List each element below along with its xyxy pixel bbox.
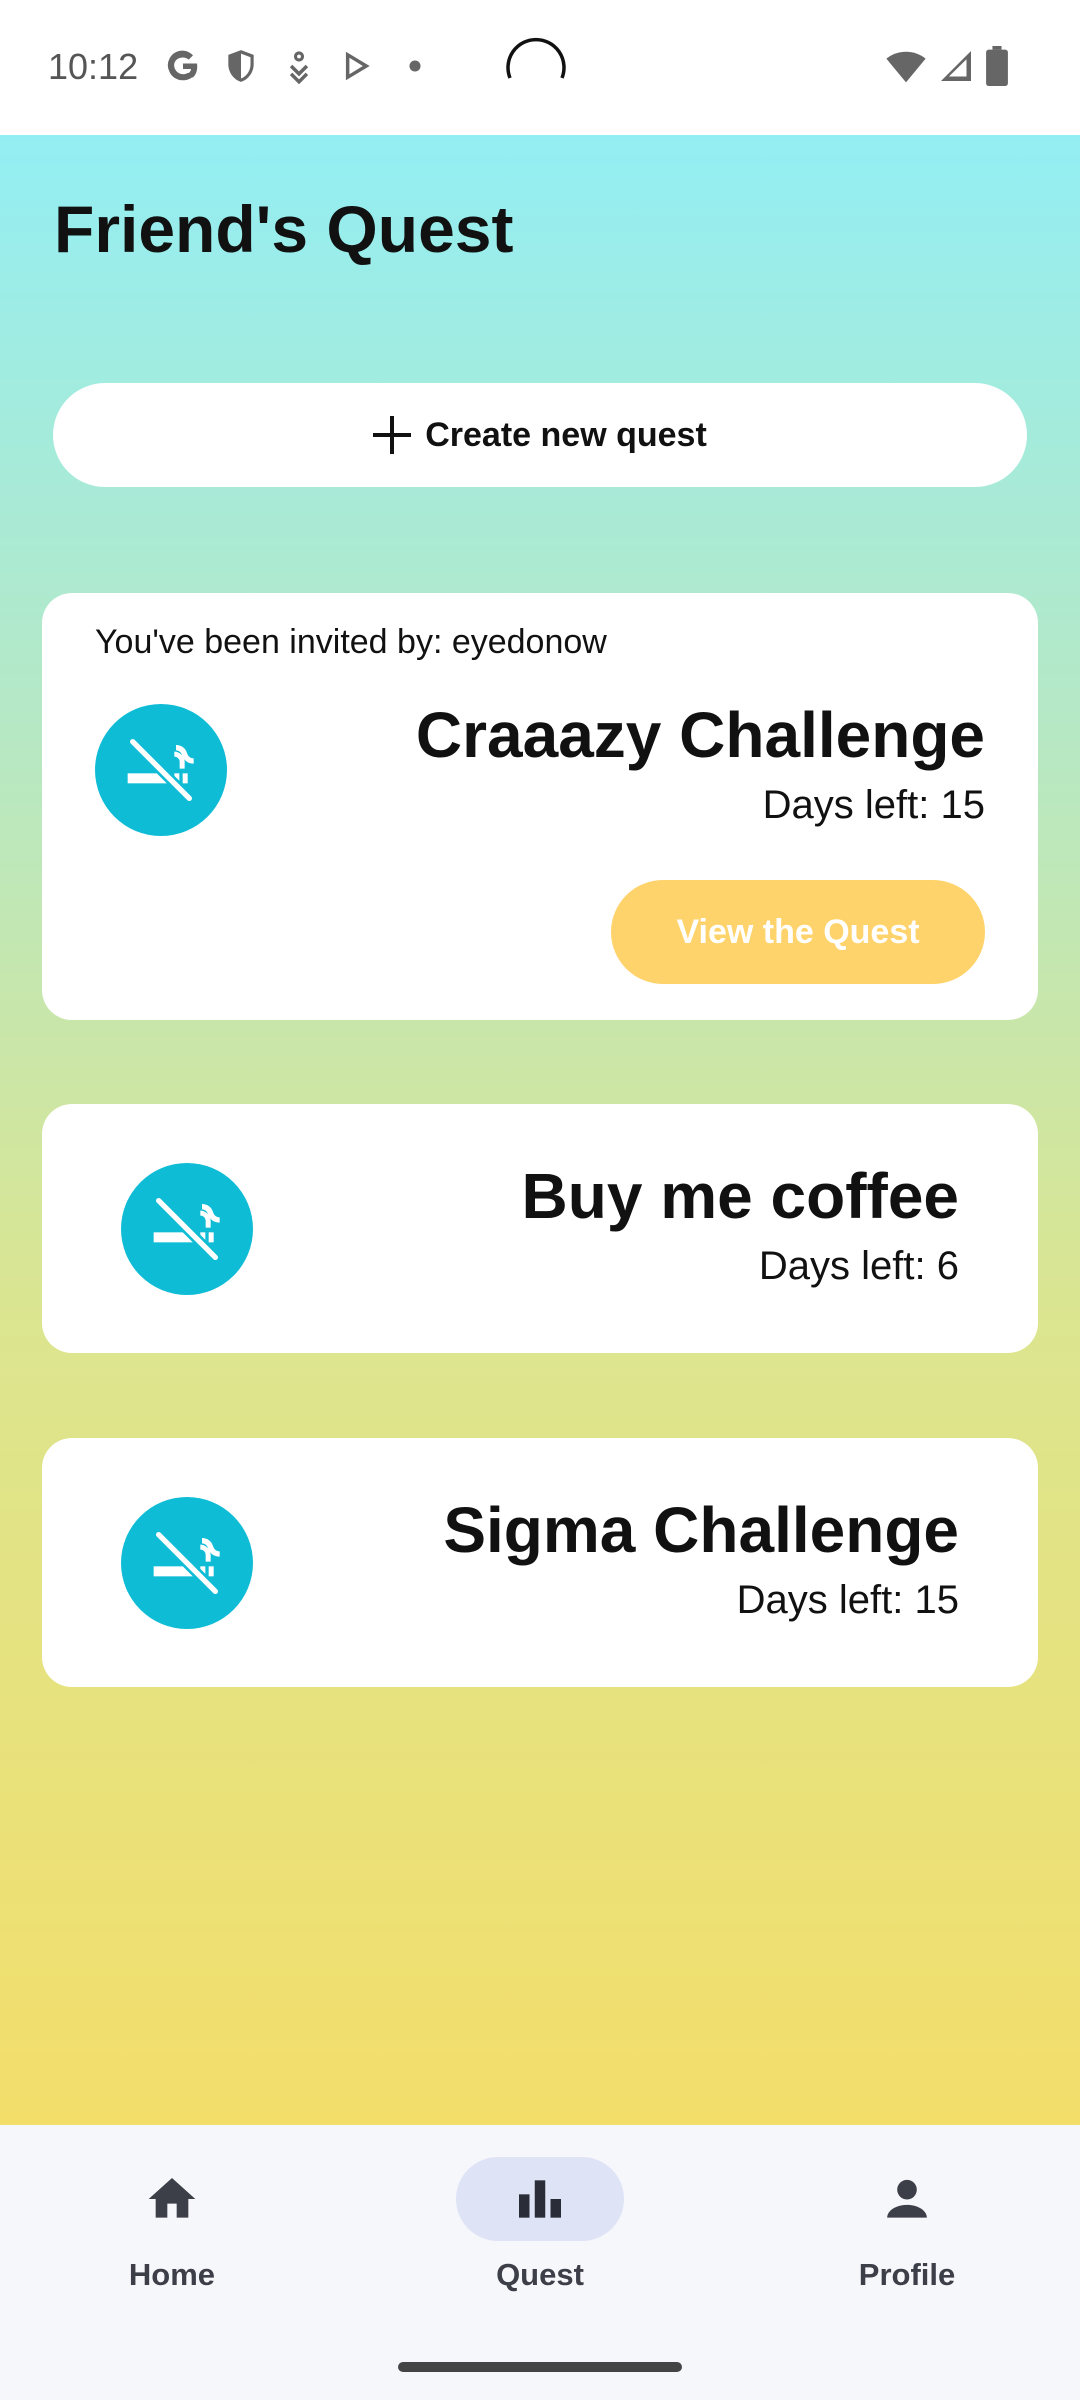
signal-icon	[941, 51, 971, 81]
loading-spinner	[506, 37, 566, 79]
quest-card[interactable]: Sigma Challenge Days left: 15	[42, 1438, 1038, 1687]
quest-title: Craaazy Challenge	[415, 699, 985, 771]
bottom-navigation: Home Quest Profile	[0, 2125, 1080, 2400]
quest-card-invited: You've been invited by: eyedonow Craaazy…	[42, 593, 1038, 1020]
quest-title: Buy me coffee	[521, 1160, 959, 1232]
shield-icon	[228, 50, 254, 82]
dot-icon	[409, 60, 421, 72]
bar-chart-icon	[519, 2180, 561, 2218]
no-smoking-icon	[95, 704, 227, 836]
nav-pill	[823, 2157, 991, 2241]
nav-item-home[interactable]: Home	[52, 2157, 292, 2317]
battery-icon	[986, 46, 1008, 86]
wifi-icon	[886, 51, 926, 83]
play-store-icon	[345, 51, 370, 81]
create-quest-button[interactable]: Create new quest	[53, 383, 1027, 487]
nav-item-profile[interactable]: Profile	[787, 2157, 1027, 2317]
home-icon	[148, 2178, 196, 2218]
status-time: 10:12	[48, 46, 139, 87]
google-icon	[167, 50, 198, 81]
nav-pill	[88, 2157, 256, 2241]
days-left: Days left: 15	[762, 783, 985, 827]
nav-item-quest[interactable]: Quest	[420, 2157, 660, 2317]
status-bar: 10:12	[0, 0, 1080, 135]
gesture-home-indicator[interactable]	[398, 2362, 682, 2372]
view-quest-button[interactable]: View the Quest	[611, 880, 985, 984]
nav-label-profile: Profile	[858, 2257, 956, 2292]
days-left: Days left: 6	[758, 1244, 959, 1288]
page-title: Friend's Quest	[54, 192, 514, 266]
create-quest-label: Create new quest	[425, 415, 707, 454]
plus-icon	[373, 416, 412, 454]
quest-title: Sigma Challenge	[443, 1494, 959, 1566]
download-icon	[289, 51, 309, 85]
invited-by-text: You've been invited by: eyedonow	[95, 623, 607, 661]
no-smoking-icon	[121, 1497, 253, 1629]
no-smoking-icon	[121, 1163, 253, 1295]
quest-card[interactable]: Buy me coffee Days left: 6	[42, 1104, 1038, 1353]
nav-label-home: Home	[128, 2257, 216, 2292]
nav-label-quest: Quest	[496, 2257, 584, 2292]
system-icons	[886, 46, 1008, 86]
main-content: Friend's Quest Create new quest You've b…	[0, 135, 1080, 2125]
days-left: Days left: 15	[736, 1578, 959, 1622]
person-icon	[887, 2179, 927, 2218]
nav-pill-selected	[456, 2157, 624, 2241]
